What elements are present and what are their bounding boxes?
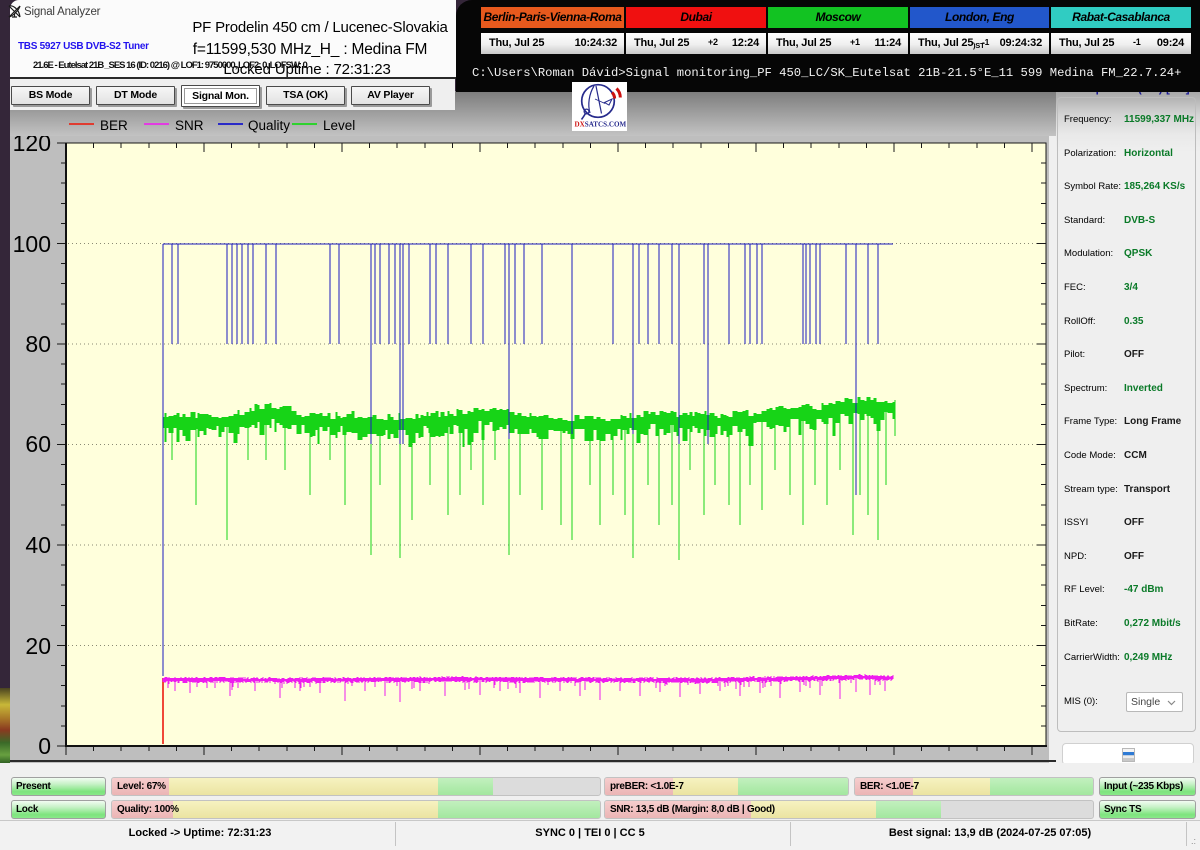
svg-text:60: 60 (25, 431, 51, 457)
svg-text:20: 20 (25, 633, 51, 659)
svg-text:100: 100 (13, 231, 51, 257)
svg-text:120: 120 (13, 136, 51, 156)
svg-text:40: 40 (25, 532, 51, 558)
svg-text:0: 0 (38, 733, 51, 759)
svg-text:DXSATCS.COM: DXSATCS.COM (575, 121, 627, 129)
svg-text:80: 80 (25, 331, 51, 357)
